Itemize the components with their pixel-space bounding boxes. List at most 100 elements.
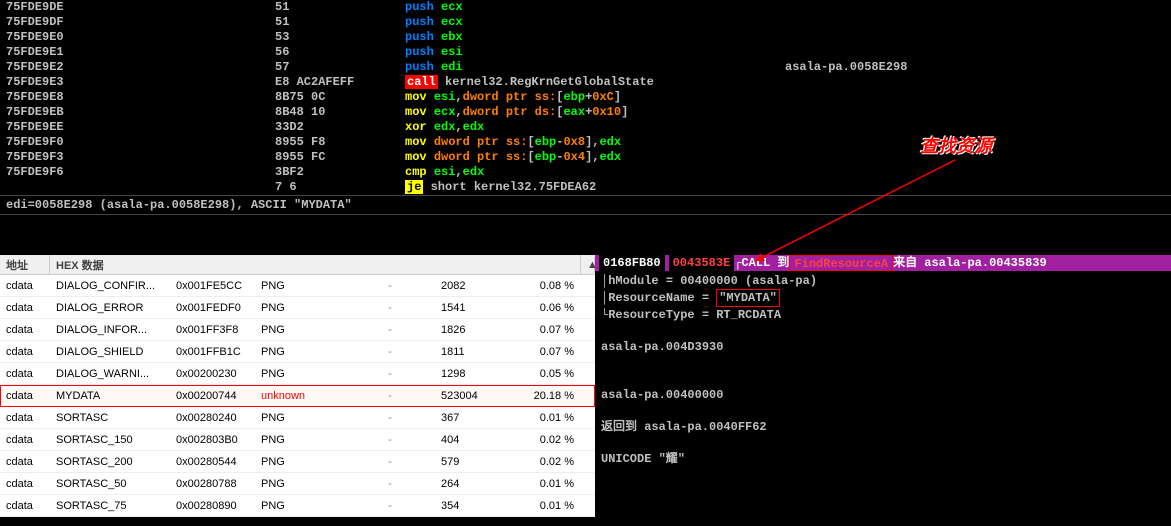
bytes: 51 (275, 15, 405, 30)
table-row[interactable]: cdataMYDATA0x00200744unknown-52300420.18… (0, 385, 595, 407)
instruction: cmp esi,edx (405, 165, 785, 180)
cell-type: PNG (255, 346, 345, 358)
mnemonic: push (405, 15, 434, 29)
sort-indicator[interactable]: ▲ (581, 257, 595, 273)
bytes: 51 (275, 0, 405, 15)
comment (785, 105, 1171, 120)
cell-dash: - (345, 390, 435, 402)
addr: 75FDE9E3 (0, 75, 275, 90)
table-row[interactable]: cdataDIALOG_CONFIR...0x001FE5CCPNG-20820… (0, 275, 595, 297)
bytes: 8B75 0C (275, 90, 405, 105)
instruction: push ebx (405, 30, 785, 45)
cell-dash: - (345, 456, 435, 468)
stack-header-row[interactable]: 0168FB80 0043583E ┌ CALL 到 FindResourceA… (595, 255, 1171, 271)
cell-name: SORTASC (50, 412, 170, 424)
table-row[interactable]: cdataSORTASC_2000x00280544PNG-5790.02 % (0, 451, 595, 473)
disasm-row[interactable]: 75FDE9E88B75 0Cmov esi,dword ptr ss:[ebp… (0, 90, 1171, 105)
instruction: xor edx,edx (405, 120, 785, 135)
resource-table[interactable]: 地址 HEX 数据 ▲ cdataDIALOG_CONFIR...0x001FE… (0, 255, 595, 517)
addr: 75FDE9E0 (0, 30, 275, 45)
cell-addr: cdata (0, 456, 50, 468)
mnemonic: call (405, 75, 438, 89)
cell-offset: 0x001FF3F8 (170, 324, 255, 336)
disasm-row[interactable]: 75FDE9EE33D2xor edx,edx (0, 120, 1171, 135)
table-row[interactable]: cdataDIALOG_SHIELD0x001FFB1CPNG-18110.07… (0, 341, 595, 363)
bytes: 53 (275, 30, 405, 45)
cell-size: 1298 (435, 368, 505, 380)
cell-dash: - (345, 302, 435, 314)
cell-type: PNG (255, 368, 345, 380)
table-row[interactable]: cdataSORTASC_500x00280788PNG-2640.01 % (0, 473, 595, 495)
addr: 75FDE9F3 (0, 150, 275, 165)
table-row[interactable]: cdataDIALOG_ERROR0x001FEDF0PNG-15410.06 … (0, 297, 595, 319)
cell-size: 523004 (435, 390, 505, 402)
addr: 75FDE9F0 (0, 135, 275, 150)
mnemonic: je (405, 180, 423, 194)
cell-addr: cdata (0, 280, 50, 292)
param-hmodule: │hModule = 00400000 (asala-pa) (601, 273, 1165, 289)
disasm-row[interactable]: 75FDE9E257push ediasala-pa.0058E298 (0, 60, 1171, 75)
cell-offset: 0x00280240 (170, 412, 255, 424)
instruction: push ecx (405, 0, 785, 15)
mnemonic: push (405, 45, 434, 59)
cell-offset: 0x001FEDF0 (170, 302, 255, 314)
cell-dash: - (345, 346, 435, 358)
cell-addr: cdata (0, 324, 50, 336)
disasm-row[interactable]: 75FDE9F38955 FCmov dword ptr ss:[ebp-0x4… (0, 150, 1171, 165)
instruction: push esi (405, 45, 785, 60)
disasm-row-tail[interactable]: 7 6 je short kernel32.75FDEA62 (0, 180, 1171, 195)
addr: 75FDE9DF (0, 15, 275, 30)
addr: 75FDE9EE (0, 120, 275, 135)
cell-dash: - (345, 478, 435, 490)
cell-name: SORTASC_50 (50, 478, 170, 490)
mnemonic: xor (405, 120, 427, 134)
cell-offset: 0x002803B0 (170, 434, 255, 446)
cell-addr: cdata (0, 478, 50, 490)
mnemonic: mov (405, 90, 427, 104)
cell-offset: 0x00280890 (170, 500, 255, 512)
instruction: mov esi,dword ptr ss:[ebp+0xC] (405, 90, 785, 105)
comment (785, 0, 1171, 15)
cell-offset: 0x00280788 (170, 478, 255, 490)
disasm-row[interactable]: 75FDE9DF51push ecx (0, 15, 1171, 30)
cell-type: PNG (255, 456, 345, 468)
table-row[interactable]: cdataDIALOG_WARNI...0x00200230PNG-12980.… (0, 363, 595, 385)
cell-offset: 0x001FE5CC (170, 280, 255, 292)
col-hex[interactable]: HEX 数据 (50, 255, 581, 275)
disasm-row[interactable]: 75FDE9EB8B48 10mov ecx,dword ptr ds:[eax… (0, 105, 1171, 120)
table-header[interactable]: 地址 HEX 数据 ▲ (0, 255, 595, 275)
cell-name: SORTASC_150 (50, 434, 170, 446)
cell-offset: 0x00280544 (170, 456, 255, 468)
cell-size: 367 (435, 412, 505, 424)
table-row[interactable]: cdataSORTASC_750x00280890PNG-3540.01 % (0, 495, 595, 517)
cell-dash: - (345, 368, 435, 380)
disasm-row[interactable]: 75FDE9F63BF2cmp esi,edx (0, 165, 1171, 180)
cell-size: 1811 (435, 346, 505, 358)
cell-name: MYDATA (50, 390, 170, 402)
cell-size: 264 (435, 478, 505, 490)
info-bar: edi=0058E298 (asala-pa.0058E298), ASCII … (0, 195, 1171, 215)
cell-type: PNG (255, 302, 345, 314)
api-name: FindResourceA (789, 255, 893, 271)
disasm-row[interactable]: 75FDE9E053push ebx (0, 30, 1171, 45)
cell-addr: cdata (0, 390, 50, 402)
table-row[interactable]: cdataSORTASC_1500x002803B0PNG-4040.02 % (0, 429, 595, 451)
disasm-row[interactable]: 75FDE9F08955 F8mov dword ptr ss:[ebp-0x8… (0, 135, 1171, 150)
disasm-row[interactable]: 75FDE9E3E8 AC2AFEFFcall kernel32.RegKrnG… (0, 75, 1171, 90)
addr: 75FDE9E8 (0, 90, 275, 105)
disassembly-pane[interactable]: 75FDE9DE51push ecx75FDE9DF51push ecx75FD… (0, 0, 1171, 180)
col-addr[interactable]: 地址 (0, 255, 50, 275)
table-row[interactable]: cdataDIALOG_INFOR...0x001FF3F8PNG-18260.… (0, 319, 595, 341)
cell-pct: 20.18 % (505, 390, 580, 402)
cell-name: SORTASC_200 (50, 456, 170, 468)
stack-pane[interactable]: 0168FB80 0043583E ┌ CALL 到 FindResourceA… (595, 255, 1171, 517)
cell-size: 404 (435, 434, 505, 446)
mnemonic: cmp (405, 165, 427, 179)
instruction: mov dword ptr ss:[ebp-0x4],edx (405, 150, 785, 165)
disasm-row[interactable]: 75FDE9DE51push ecx (0, 0, 1171, 15)
cell-addr: cdata (0, 302, 50, 314)
disasm-row[interactable]: 75FDE9E156push esi (0, 45, 1171, 60)
bytes: 8955 F8 (275, 135, 405, 150)
table-row[interactable]: cdataSORTASC0x00280240PNG-3670.01 % (0, 407, 595, 429)
cell-size: 1541 (435, 302, 505, 314)
